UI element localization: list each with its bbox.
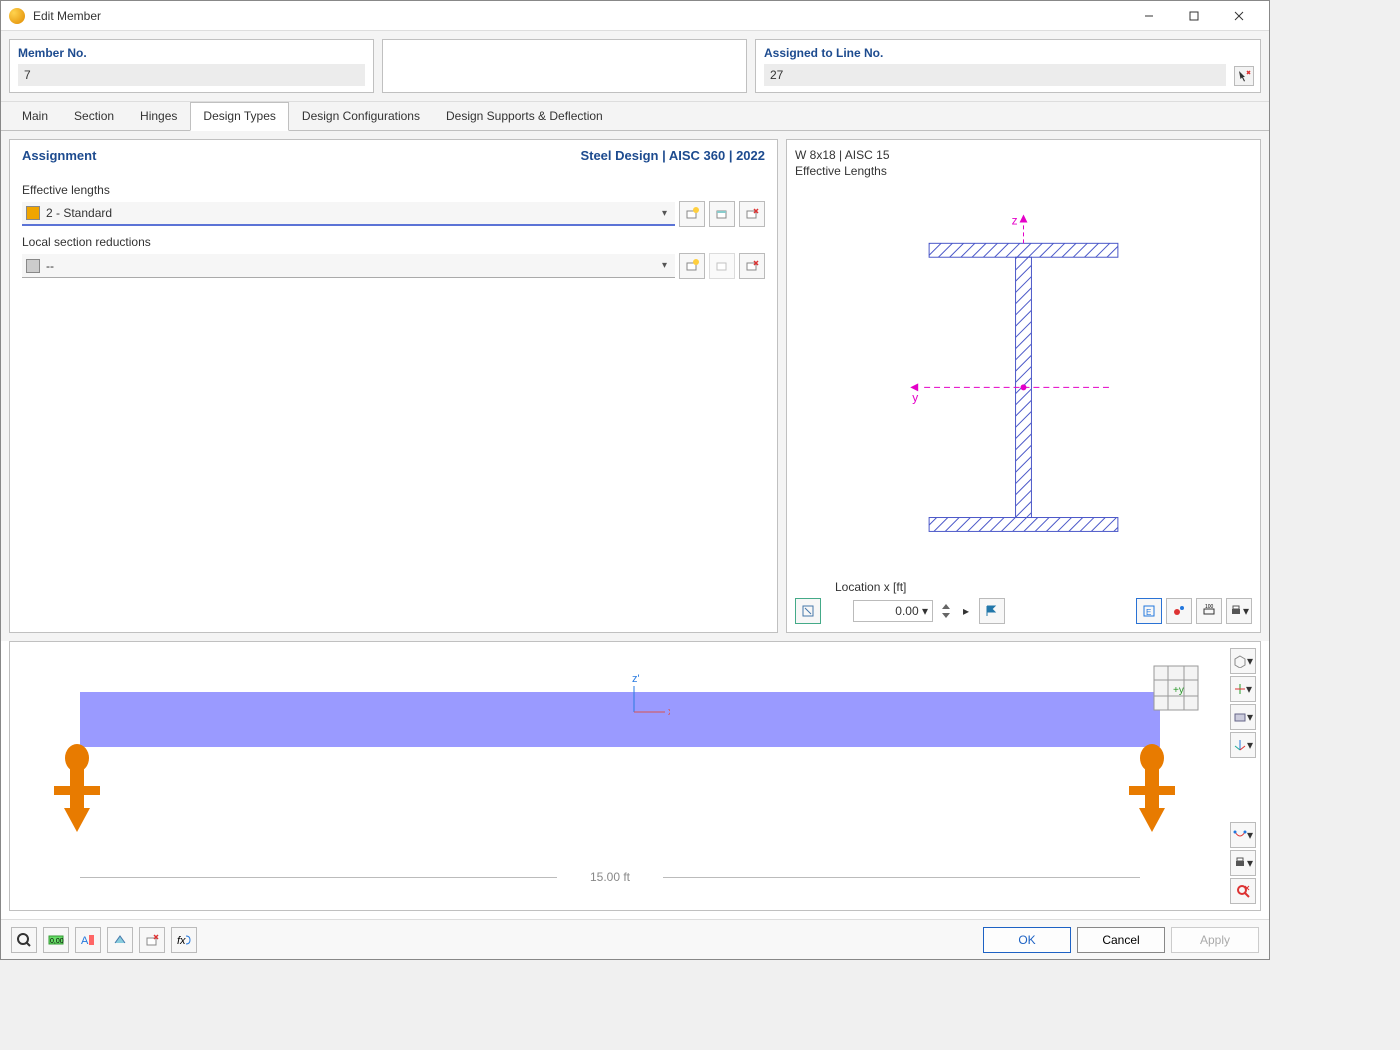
view-cube[interactable]: +y [1150,662,1202,717]
print-member-button[interactable]: ▾ [1230,850,1256,876]
member-preview: z' x +y ▾ ▾ ▾ ▾ ▾ ▾ 15.00 ft [9,641,1261,911]
tab-section[interactable]: Section [61,102,127,130]
formula-button[interactable]: fx [171,927,197,953]
assigned-line-panel: Assigned to Line No. 27 [755,39,1261,93]
print-section-button[interactable]: ▾ [1226,598,1252,624]
location-label: Location x [ft] [835,580,1252,594]
member-no-panel: Member No. 7 [9,39,374,93]
svg-text:z: z [1012,214,1018,228]
effective-lengths-label: Effective lengths [22,183,765,197]
flag-button[interactable] [979,598,1005,624]
dialog-footer: 0,00 A fx OK Cancel Apply [1,919,1269,959]
display-options-button[interactable]: ▾ [1230,704,1256,730]
svg-text:+y: +y [1173,685,1184,696]
edit-effective-length-button[interactable] [709,201,735,227]
minimize-button[interactable] [1126,1,1171,31]
tab-hinges[interactable]: Hinges [127,102,190,130]
effective-lengths-combo[interactable]: 2 - Standard ▾ [22,202,675,226]
section-subtitle: Effective Lengths [795,164,1252,180]
cancel-button[interactable]: Cancel [1077,927,1165,953]
stress-point-button[interactable] [1166,598,1192,624]
values-toggle-button[interactable]: E [1136,598,1162,624]
section-preview-panel: W 8x18 | AISC 15 Effective Lengths z [786,139,1261,633]
new-local-section-button[interactable] [679,253,705,279]
pick-line-icon[interactable] [1234,66,1254,86]
apply-button[interactable]: Apply [1171,927,1259,953]
member-length-label: 15.00 ft [80,870,1140,884]
title-bar: Edit Member [1,1,1269,31]
svg-text:0,00: 0,00 [50,938,64,945]
tab-design-supports[interactable]: Design Supports & Deflection [433,102,616,130]
font-button[interactable]: A [75,927,101,953]
assigned-value[interactable]: 27 [764,64,1226,86]
spinner-up-down[interactable] [939,598,953,624]
section-name: W 8x18 | AISC 15 [795,148,1252,164]
tab-design-types[interactable]: Design Types [190,102,289,131]
window-title: Edit Member [33,9,101,23]
support-right [1125,742,1180,832]
assignment-panel: Assignment Steel Design | AISC 360 | 202… [9,139,778,633]
section-drawing: z y [795,185,1252,580]
view-settings-button[interactable] [107,927,133,953]
svg-text:100: 100 [1205,604,1214,610]
app-icon [9,8,25,24]
edit-local-section-button[interactable] [709,253,735,279]
combo-swatch-icon [26,206,40,220]
help-button[interactable] [11,927,37,953]
ok-button[interactable]: OK [983,927,1071,953]
section-view-toggle-button[interactable] [795,598,821,624]
assignment-title: Assignment [22,148,96,163]
svg-text:fx: fx [177,935,186,947]
delete-local-section-button[interactable] [739,253,765,279]
combo-swatch-icon [26,259,40,273]
reset-view-button[interactable] [1230,878,1256,904]
assigned-label: Assigned to Line No. [764,46,1252,60]
units-button[interactable]: 0,00 [43,927,69,953]
chevron-down-icon[interactable]: ▾ [658,208,671,219]
new-effective-length-button[interactable] [679,201,705,227]
maximize-button[interactable] [1171,1,1216,31]
design-standard-link[interactable]: Steel Design | AISC 360 | 2022 [580,148,765,163]
svg-text:z': z' [632,673,640,685]
tab-bar: Main Section Hinges Design Types Design … [1,102,1269,131]
preview-tools: ▾ ▾ ▾ ▾ ▾ ▾ [1230,648,1256,904]
location-input[interactable]: 0.00 ▾ [853,600,933,622]
effective-lengths-value: 2 - Standard [46,206,658,220]
dimensions-button[interactable]: 100 [1196,598,1222,624]
deflection-button[interactable]: ▾ [1230,822,1256,848]
member-no-label: Member No. [18,46,365,60]
local-section-label: Local section reductions [22,235,765,249]
local-section-value: -- [46,259,658,273]
delete-effective-length-button[interactable] [739,201,765,227]
svg-text:x: x [668,706,670,718]
axes-toggle-button[interactable]: ▾ [1230,732,1256,758]
tab-main[interactable]: Main [9,102,61,130]
tab-design-config[interactable]: Design Configurations [289,102,433,130]
svg-text:y: y [912,390,918,404]
axis-y-button[interactable]: ▾ [1230,676,1256,702]
chevron-down-icon[interactable]: ▾ [658,260,671,271]
view-iso-button[interactable]: ▾ [1230,648,1256,674]
member-no-value[interactable]: 7 [18,64,365,86]
play-icon[interactable]: ▸ [959,598,973,624]
svg-text:E: E [1146,608,1151,617]
clear-button[interactable] [139,927,165,953]
support-left [50,742,105,832]
blank-panel [382,39,747,93]
local-section-combo[interactable]: -- ▾ [22,254,675,278]
close-button[interactable] [1216,1,1261,31]
svg-text:A: A [81,935,89,947]
